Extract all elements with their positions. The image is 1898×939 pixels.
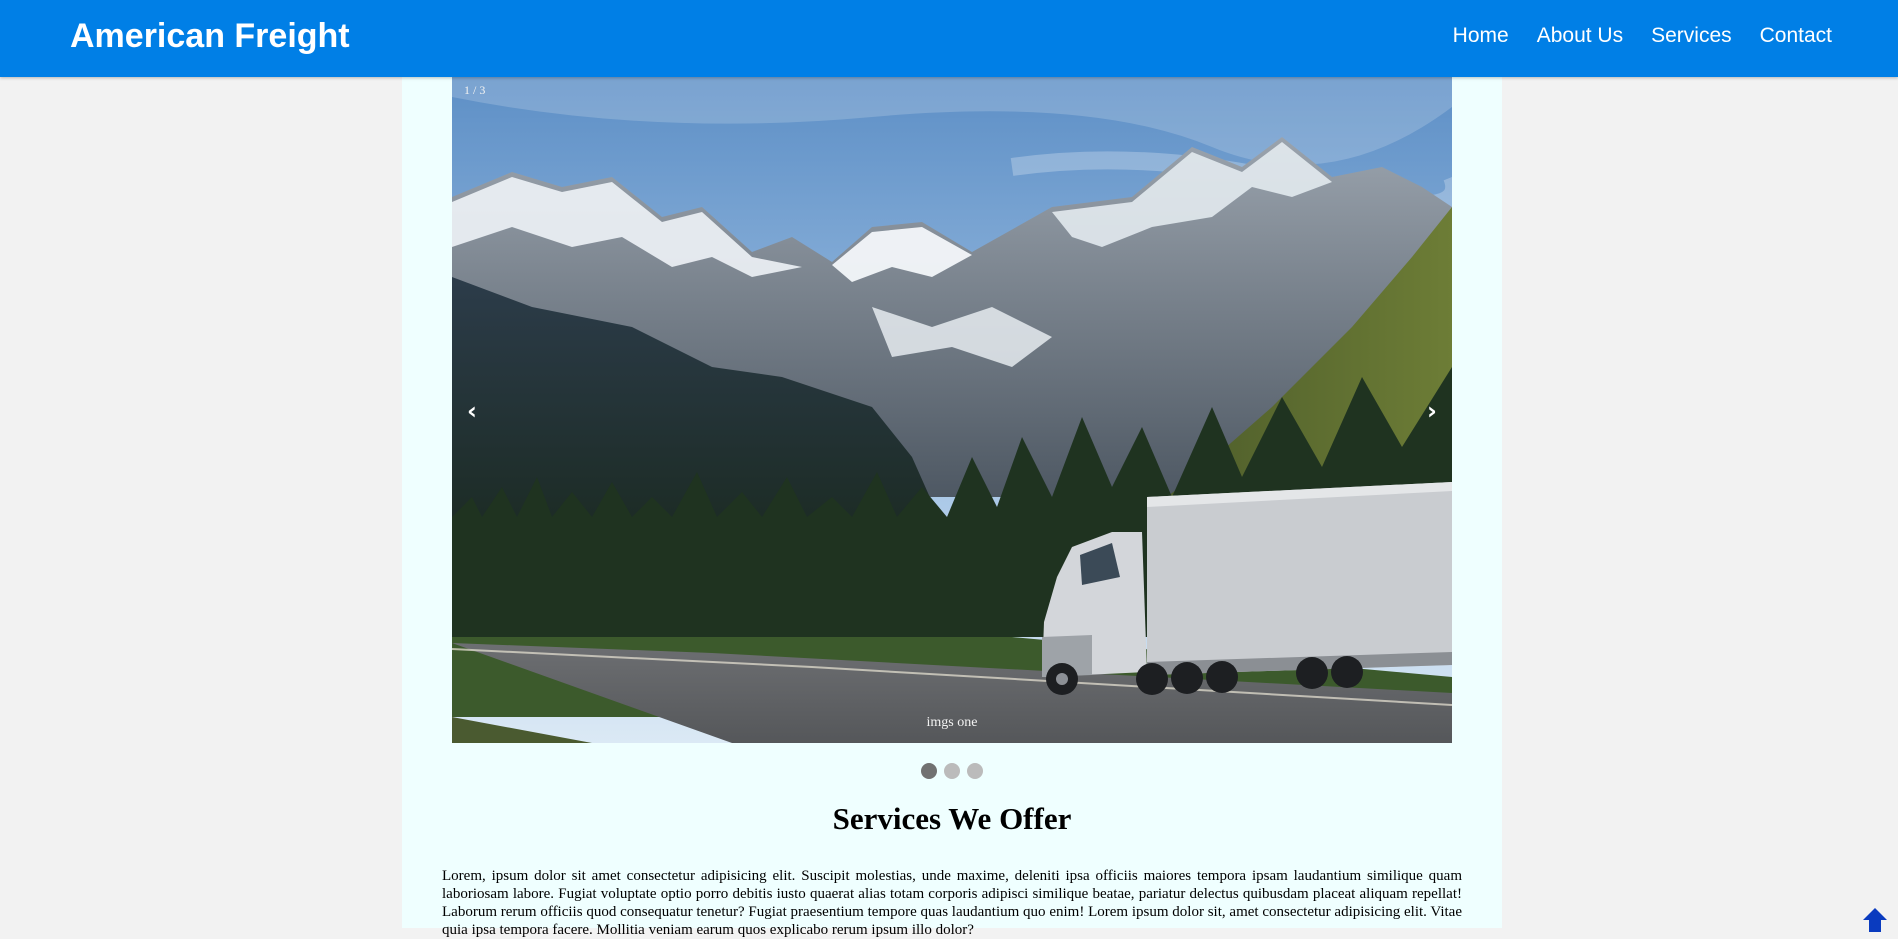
next-slide-button[interactable]: › bbox=[1414, 393, 1450, 429]
top-navbar: American Freight Home About Us Services … bbox=[0, 0, 1898, 77]
nav-link-services[interactable]: Services bbox=[1651, 23, 1732, 49]
slide-caption: imgs one bbox=[926, 715, 978, 730]
slide-image-truck-mountains bbox=[452, 77, 1452, 743]
slide-dot-2[interactable] bbox=[944, 763, 960, 779]
brand-logo-text[interactable]: American Freight bbox=[70, 16, 350, 56]
slide-indicator-dots bbox=[402, 763, 1502, 779]
services-description: Lorem, ipsum dolor sit amet consectetur … bbox=[442, 868, 1462, 938]
services-heading: Services We Offer bbox=[832, 801, 1072, 836]
slide-dot-1[interactable] bbox=[921, 763, 937, 779]
back-to-top-button[interactable] bbox=[1860, 904, 1890, 934]
prev-slide-button[interactable]: ‹ bbox=[454, 393, 490, 429]
slide-dot-3[interactable] bbox=[967, 763, 983, 779]
image-slideshow: 1 / 3 imgs one ‹ › bbox=[452, 77, 1452, 743]
slide-counter: 1 / 3 bbox=[464, 83, 486, 97]
nav-link-home[interactable]: Home bbox=[1453, 23, 1509, 49]
nav-link-contact[interactable]: Contact bbox=[1760, 23, 1832, 49]
main-nav: Home About Us Services Contact bbox=[1453, 23, 1832, 49]
arrow-up-icon bbox=[1863, 908, 1887, 932]
nav-link-about-us[interactable]: About Us bbox=[1537, 23, 1623, 49]
main-content: 1 / 3 imgs one ‹ › Services We Offer Lor… bbox=[402, 77, 1502, 938]
